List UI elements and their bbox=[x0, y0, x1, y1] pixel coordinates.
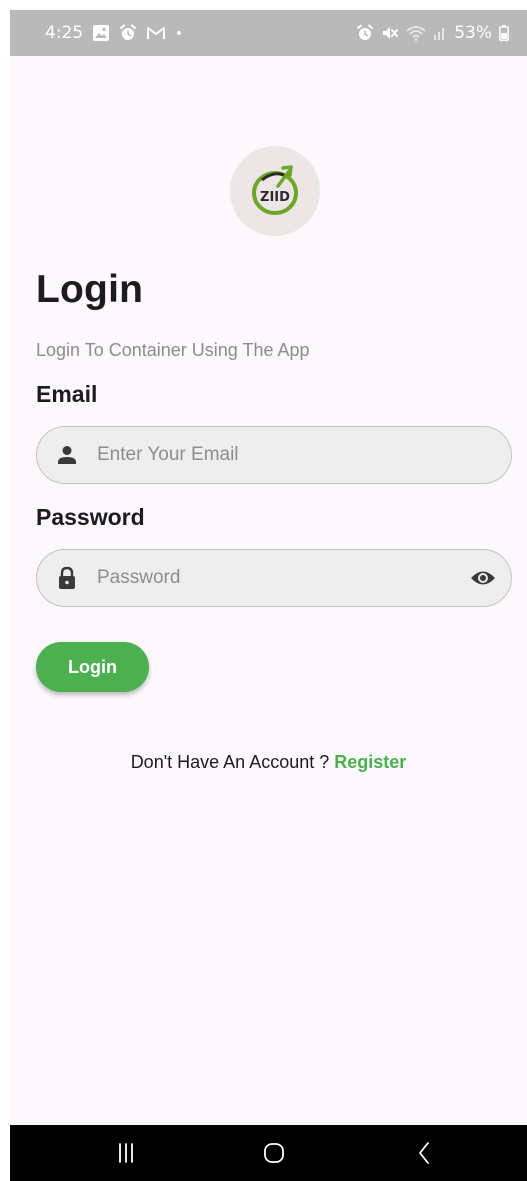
lock-icon bbox=[59, 566, 75, 589]
gallery-icon bbox=[92, 24, 110, 42]
email-input[interactable] bbox=[97, 427, 437, 483]
register-prompt-text: Don't Have An Account ? bbox=[130, 752, 330, 772]
recent-apps-icon[interactable] bbox=[106, 1139, 146, 1167]
ziid-logo-icon: ZIID bbox=[252, 165, 298, 215]
person-icon bbox=[58, 446, 76, 464]
password-field-container[interactable] bbox=[36, 549, 512, 607]
register-link[interactable]: Register bbox=[334, 752, 406, 772]
notification-dot bbox=[177, 31, 182, 35]
alarm-icon bbox=[119, 24, 137, 42]
page-subtitle: Login To Container Using The App bbox=[36, 340, 310, 360]
app-logo: ZIID bbox=[230, 146, 320, 236]
system-nav-bar bbox=[10, 1125, 527, 1181]
password-input[interactable] bbox=[97, 550, 437, 606]
status-bar-right: 53% bbox=[356, 23, 509, 43]
status-bar-left: 4:25 bbox=[45, 23, 182, 43]
logo-text: ZIID bbox=[260, 190, 290, 205]
wifi-icon bbox=[406, 25, 426, 41]
battery-icon bbox=[499, 25, 509, 41]
status-bar: 4:25 53% bbox=[10, 10, 527, 56]
login-screen: 4:25 53% ZIID Login Login To Container U… bbox=[10, 10, 527, 1181]
mute-icon bbox=[381, 24, 399, 42]
status-time: 4:25 bbox=[45, 23, 84, 43]
email-label: Email bbox=[36, 381, 98, 407]
battery-percent: 53% bbox=[454, 23, 492, 43]
password-label: Password bbox=[36, 504, 145, 530]
gmail-icon bbox=[146, 25, 166, 41]
signal-icon bbox=[433, 25, 447, 41]
email-field-container[interactable] bbox=[36, 426, 512, 484]
page-title: Login bbox=[36, 268, 144, 311]
eye-icon[interactable] bbox=[470, 567, 496, 589]
register-prompt-line: Don't Have An Account ? Register bbox=[10, 752, 527, 773]
alarm-icon bbox=[356, 24, 374, 42]
back-icon[interactable] bbox=[404, 1139, 444, 1167]
home-icon[interactable] bbox=[254, 1139, 294, 1167]
login-button[interactable]: Login bbox=[36, 642, 149, 692]
